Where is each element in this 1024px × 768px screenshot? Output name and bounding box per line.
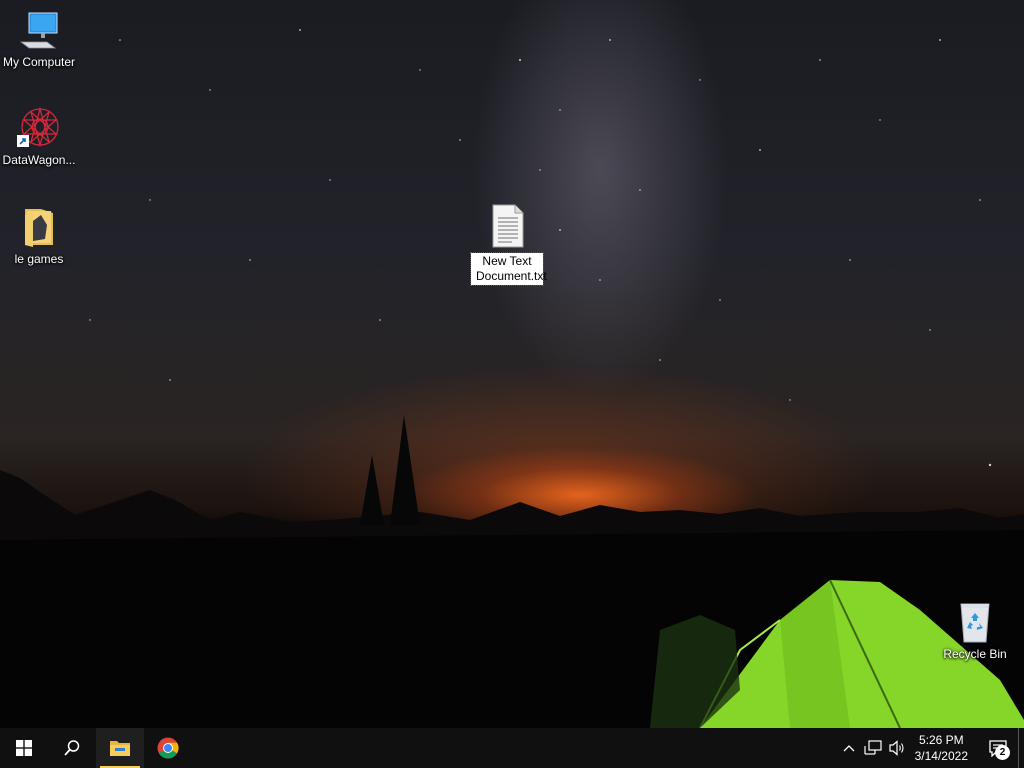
datawagon-shortcut[interactable]: DataWagon... xyxy=(1,106,77,168)
new-text-document-label: New Text Document.txt xyxy=(470,252,547,286)
network-icon xyxy=(864,740,882,755)
text-file-icon xyxy=(483,204,531,249)
file-explorer-button[interactable] xyxy=(96,728,144,768)
my-computer-icon[interactable]: My Computer xyxy=(1,8,77,70)
recycle-bin-icon[interactable]: Recycle Bin xyxy=(937,600,1013,662)
wallpaper-image xyxy=(0,29,1024,728)
chevron-up-icon xyxy=(843,745,855,752)
le-games-label: le games xyxy=(14,252,64,266)
file-explorer-icon xyxy=(110,741,130,756)
desktop[interactable]: My Computer DataWagon... le games New Te… xyxy=(0,0,1024,728)
show-hidden-icons-button[interactable] xyxy=(837,728,861,768)
recycle-bin-label: Recycle Bin xyxy=(943,647,1007,661)
clock-time: 5:26 PM xyxy=(918,733,964,747)
speaker-icon xyxy=(889,740,904,756)
recycle-bin-glyph xyxy=(951,600,999,644)
show-desktop-button[interactable] xyxy=(1018,728,1024,768)
my-computer-label: My Computer xyxy=(2,55,76,69)
chrome-icon xyxy=(157,737,179,759)
monitor-icon xyxy=(15,8,63,52)
search-icon xyxy=(64,740,80,756)
chrome-button[interactable] xyxy=(144,728,192,768)
notification-count-badge: 2 xyxy=(995,745,1010,760)
volume-button[interactable] xyxy=(885,728,909,768)
datawagon-logo-icon xyxy=(15,106,63,150)
network-button[interactable] xyxy=(861,728,885,768)
action-center-button[interactable]: 2 xyxy=(978,728,1018,768)
start-button[interactable] xyxy=(0,728,48,768)
system-tray: 5:26 PM 3/14/2022 2 xyxy=(837,728,1024,768)
windows-logo-icon xyxy=(16,740,32,756)
taskbar: 5:26 PM 3/14/2022 2 xyxy=(0,728,1024,768)
clock-date: 3/14/2022 xyxy=(914,749,968,763)
new-text-document-icon[interactable]: New Text Document.txt xyxy=(469,204,547,286)
folder-icon xyxy=(15,205,63,249)
le-games-folder[interactable]: le games xyxy=(1,205,77,267)
search-button[interactable] xyxy=(48,728,96,768)
clock[interactable]: 5:26 PM 3/14/2022 xyxy=(909,732,978,764)
datawagon-label: DataWagon... xyxy=(2,153,76,167)
